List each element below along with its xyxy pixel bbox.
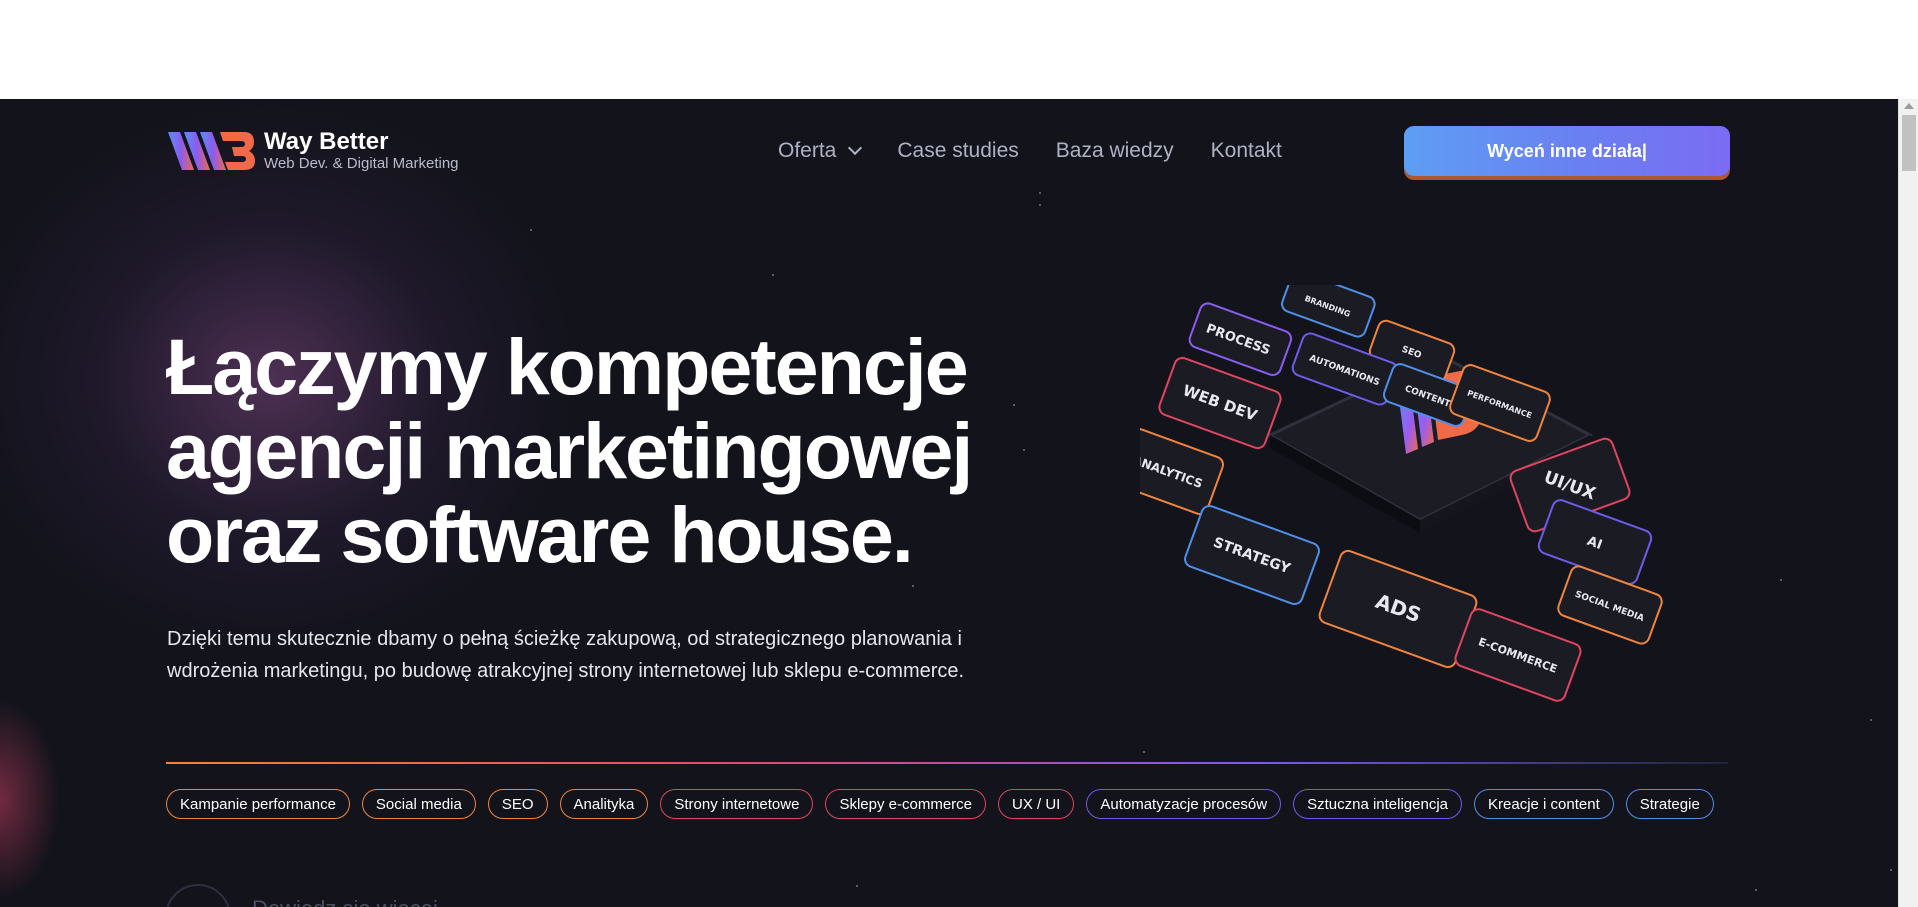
main-nav: Oferta Case studies Baza wiedzy Kontakt (778, 139, 1282, 163)
star-dot (1039, 192, 1041, 194)
scrollbar[interactable] (1898, 99, 1918, 907)
background-glow-red (0, 699, 60, 899)
nav-item-oferta[interactable]: Oferta (778, 139, 863, 163)
star-dot (1039, 204, 1041, 206)
scroll-up-arrow-icon[interactable] (1904, 103, 1914, 109)
nav-item-label: Oferta (778, 139, 837, 162)
scroll-down-button[interactable] (165, 884, 231, 907)
nav-item-case-studies[interactable]: Case studies (897, 139, 1018, 163)
headline-line: agencji marketingowej (166, 406, 973, 495)
service-tag[interactable]: Kampanie performance (166, 789, 350, 819)
service-tag[interactable]: Strategie (1625, 789, 1714, 819)
service-tag[interactable]: Sztuczna inteligencja (1293, 789, 1463, 819)
section-divider (166, 762, 1728, 764)
scroll-thumb[interactable] (1902, 115, 1916, 171)
star-dot (1143, 751, 1145, 753)
star-dot (530, 229, 532, 231)
service-tag[interactable]: Sklepy e-commerce (825, 789, 986, 819)
chevron-down-icon (848, 140, 863, 156)
nav-item-baza-wiedzy[interactable]: Baza wiedzy (1056, 139, 1174, 163)
quote-button[interactable]: Wyceń inne działa| (1404, 126, 1730, 176)
services-illustration: PROCESS BRANDING SEO AUTOMATIONS CONTENT… (1140, 285, 1663, 702)
hero-section: Way Better Web Dev. & Digital Marketing … (0, 99, 1898, 907)
service-tag[interactable]: Social media (361, 789, 476, 819)
headline-line: Łączymy kompetencje (166, 322, 969, 411)
service-tag[interactable]: UX / UI (998, 789, 1075, 819)
star-dot (772, 274, 774, 276)
star-dot (1890, 869, 1892, 871)
service-tag[interactable]: Kreacje i content (1474, 789, 1614, 819)
browser-blank-top (0, 0, 1918, 99)
service-tag[interactable]: Automatyzacje procesów (1086, 789, 1282, 819)
brand-tagline: Web Dev. & Digital Marketing (264, 155, 459, 172)
description-line: wdrożenia marketingu, po budowę atrakcyj… (167, 660, 965, 682)
description-line: Dzięki temu skutecznie dbamy o pełną ści… (167, 628, 962, 650)
service-tag[interactable]: SEO (487, 789, 548, 819)
service-tags: Kampanie performance Social media SEO Anali… (166, 789, 1726, 819)
star-dot (856, 885, 858, 887)
scroll-down-label: Dowiedz się więcej (252, 896, 438, 907)
service-tag[interactable]: Analityka (559, 789, 649, 819)
logo-icon (168, 132, 255, 170)
hero-description: Dzięki temu skutecznie dbamy o pełną ści… (167, 623, 1067, 687)
star-dot (1755, 889, 1757, 891)
brand-name: Way Better (264, 128, 389, 155)
star-dot (1870, 719, 1872, 721)
star-dot (1780, 579, 1782, 581)
brand-logo[interactable]: Way Better Web Dev. & Digital Marketing (168, 129, 459, 173)
nav-item-kontakt[interactable]: Kontakt (1211, 139, 1282, 163)
headline-line: oraz software house. (166, 490, 914, 579)
service-tag[interactable]: Strony internetowe (660, 789, 814, 819)
hero-headline: Łączymy kompetencje agencji marketingowe… (166, 325, 1066, 577)
star-dot (912, 585, 914, 587)
